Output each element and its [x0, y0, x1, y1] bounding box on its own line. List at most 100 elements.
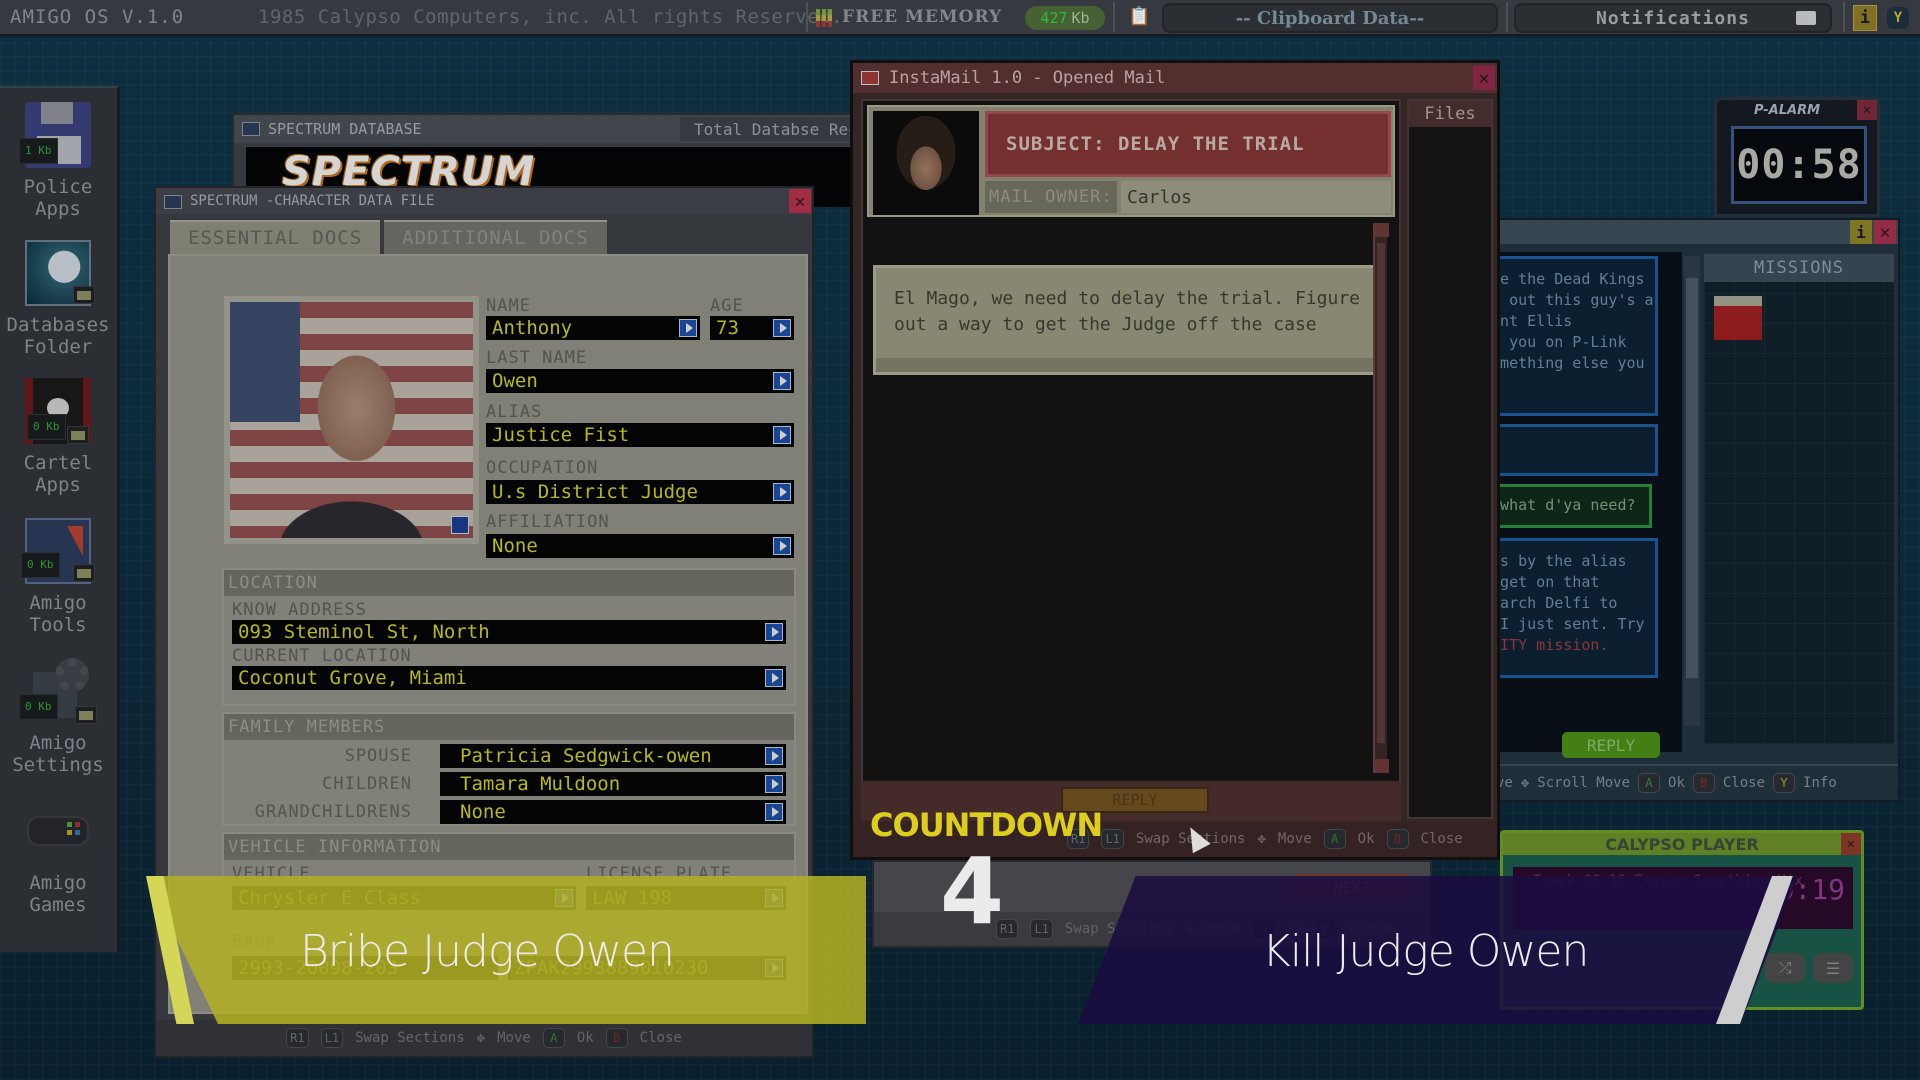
mail-body-text: El Mago, we need to delay the trial. Fig… — [894, 288, 1360, 335]
name-field[interactable]: Anthony — [486, 316, 700, 340]
grandchildren-field[interactable]: None — [440, 800, 786, 824]
close-icon[interactable]: ✕ — [1473, 66, 1495, 90]
spouse-field[interactable]: Patricia Sedgwick-owen — [440, 744, 786, 768]
sidebar-item-amigo-games[interactable]: Amigo Games — [0, 798, 116, 916]
free-memory-label: FREE MEMORY — [842, 7, 1003, 27]
p-alarm-widget[interactable]: P-ALARM ✕ 00:58 — [1714, 97, 1880, 217]
window-titlebar[interactable]: InstaMail 1.0 - Opened Mail ✕ — [853, 63, 1497, 93]
link-arrow-icon[interactable] — [773, 426, 791, 444]
scroll-down-icon[interactable] — [1375, 759, 1389, 773]
memory-bars-icon — [816, 9, 834, 27]
link-arrow-icon[interactable] — [773, 483, 791, 501]
link-arrow-icon[interactable] — [773, 319, 791, 337]
close-icon[interactable]: ✕ — [1841, 833, 1861, 855]
folder-icon — [73, 286, 95, 304]
choice-bribe-label[interactable]: Bribe Judge Owen — [300, 926, 675, 977]
mission-priority-icon[interactable] — [1714, 296, 1762, 340]
character-photo — [224, 296, 479, 544]
mail-body: El Mago, we need to delay the trial. Fig… — [873, 265, 1381, 375]
free-memory-value: 427 Kb — [1025, 6, 1105, 30]
photo-link-icon[interactable] — [451, 516, 469, 534]
scrollbar-thumb[interactable] — [1686, 278, 1698, 678]
grandchildren-value: None — [460, 801, 506, 823]
message-line: ns out this guy's a — [1482, 291, 1654, 309]
choice-kill-label[interactable]: Kill Judge Owen — [1262, 926, 1589, 977]
spouse-label: SPOUSE — [344, 746, 412, 766]
clipboard-data[interactable]: -- Clipboard Data-- — [1162, 3, 1498, 33]
occupation-field[interactable]: U.s District Judge — [486, 480, 794, 504]
dpad-icon: ✥ — [1257, 831, 1266, 847]
hint-label: Move — [1277, 831, 1312, 847]
sidebar-item-label: Police — [23, 176, 93, 198]
memory-amount: 427 — [1040, 9, 1068, 27]
y-button-icon: Y — [1773, 773, 1796, 793]
sidebar-item-cartel-apps[interactable]: 0 Kb Cartel Apps — [0, 378, 116, 496]
hint-label: Swap Sections — [355, 1030, 465, 1046]
hint-label: Move — [497, 1030, 531, 1046]
alias-field[interactable]: Justice Fist — [486, 423, 794, 447]
close-icon[interactable]: ✕ — [1857, 100, 1877, 120]
sidebar-item-databases-folder[interactable]: Databases Folder — [0, 240, 116, 358]
clipboard-icon[interactable]: 📋 — [1128, 6, 1152, 30]
database-folder-icon — [25, 240, 95, 306]
files-header: Files — [1409, 101, 1491, 127]
mail-scrollbar[interactable] — [1373, 223, 1389, 773]
info-button[interactable]: i — [1850, 220, 1872, 244]
scroll-up-icon[interactable] — [1375, 223, 1389, 237]
window-titlebar[interactable]: i ✕ — [1482, 220, 1898, 244]
last-name-field[interactable]: Owen — [486, 369, 794, 393]
sender-avatar — [873, 111, 979, 215]
mail-subject: SUBJECT: DELAY THE TRIAL — [985, 111, 1391, 177]
playlist-icon[interactable]: ☰ — [1813, 953, 1853, 983]
mail-content: SUBJECT: DELAY THE TRIAL MAIL OWNER: Car… — [861, 99, 1401, 799]
sidebar-item-police-apps[interactable]: 1 Kb Police Apps — [0, 102, 116, 220]
location-section: LOCATION KNOW ADDRESS 093 Steminol St, N… — [222, 568, 796, 706]
affiliation-label: AFFILIATION — [486, 512, 610, 532]
age-field[interactable]: 73 — [710, 316, 794, 340]
p-link-window[interactable]: i ✕ ame the Dead Kings ns out this guy's… — [1480, 218, 1900, 802]
link-arrow-icon[interactable] — [765, 803, 783, 821]
tab-essential-docs[interactable]: ESSENTIAL DOCS — [170, 220, 381, 254]
memory-unit: Kb — [1071, 9, 1090, 27]
info-button[interactable]: i — [1853, 5, 1877, 31]
address-value: 093 Steminol St, North — [238, 621, 490, 643]
link-arrow-icon[interactable] — [765, 623, 783, 641]
address-field[interactable]: 093 Steminol St, North — [232, 620, 786, 644]
scrollbar-thumb[interactable] — [1377, 243, 1385, 743]
link-arrow-icon[interactable] — [773, 372, 791, 390]
close-icon[interactable]: ✕ — [1874, 220, 1896, 244]
link-arrow-icon[interactable] — [765, 669, 783, 687]
message-line: nant Ellis — [1482, 312, 1573, 330]
window-titlebar[interactable]: SPECTRUM DATABASE Total Databse Rec — [234, 115, 850, 143]
a-button-icon: A — [542, 1028, 565, 1048]
l1-button-icon: L1 — [320, 1028, 344, 1048]
sidebar-item-amigo-settings[interactable]: 0 Kb Amigo Settings — [0, 658, 116, 776]
tab-additional-docs[interactable]: ADDITIONAL DOCS — [384, 220, 607, 254]
hint-label: Scroll Move — [1537, 775, 1631, 791]
chat-scrollbar[interactable] — [1684, 256, 1700, 726]
link-arrow-icon[interactable] — [679, 319, 697, 337]
affiliation-field[interactable]: None — [486, 534, 794, 558]
sidebar-item-label: Apps — [35, 198, 81, 220]
window-icon — [164, 195, 182, 209]
os-title: AMIGO OS V.1.0 — [10, 6, 185, 28]
grandchildren-label: GRANDCHILDRENS — [254, 802, 412, 822]
window-title: InstaMail 1.0 - Opened Mail — [889, 68, 1166, 88]
link-arrow-icon[interactable] — [765, 747, 783, 765]
shuffle-icon[interactable]: ⤮ — [1765, 953, 1805, 983]
link-arrow-icon[interactable] — [765, 775, 783, 793]
link-arrow-icon[interactable] — [773, 537, 791, 555]
close-icon[interactable]: ✕ — [789, 189, 811, 213]
reply-button[interactable]: REPLY — [1562, 732, 1660, 758]
current-location-field[interactable]: Coconut Grove, Miami — [232, 666, 786, 690]
mail-icon — [861, 71, 879, 85]
window-titlebar[interactable]: SPECTRUM -CHARACTER DATA FILE ✕ — [156, 188, 812, 214]
instamail-window[interactable]: InstaMail 1.0 - Opened Mail ✕ SUBJECT: D… — [850, 60, 1500, 860]
chat-area: ame the Dead Kings ns out this guy's a n… — [1482, 252, 1682, 752]
children-field[interactable]: Tamara Muldoon — [440, 772, 786, 796]
size-badge: 0 Kb — [19, 694, 58, 720]
children-label: CHILDREN — [322, 774, 412, 794]
sidebar-item-amigo-tools[interactable]: 0 Kb Amigo Tools — [0, 518, 116, 636]
notifications-button[interactable]: Notifications — [1514, 3, 1832, 33]
divider — [1506, 2, 1508, 32]
